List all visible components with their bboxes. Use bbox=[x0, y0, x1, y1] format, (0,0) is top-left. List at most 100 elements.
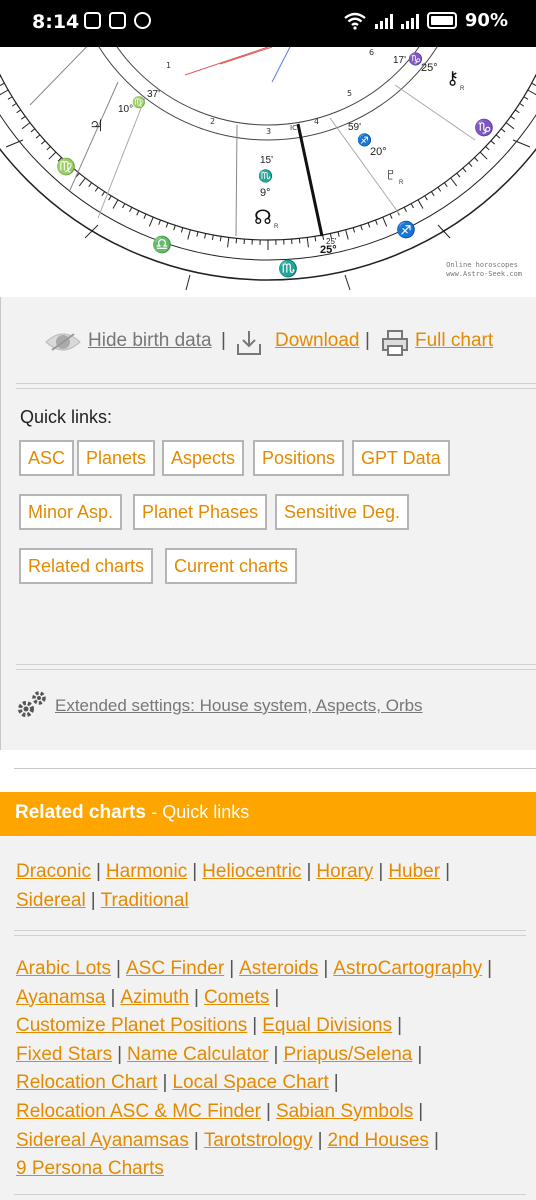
house-number: 6 bbox=[369, 48, 374, 57]
link-relocation-chart[interactable]: Relocation Chart bbox=[16, 1072, 158, 1093]
degree-tick bbox=[0, 89, 9, 96]
credit-line: Online horoscopes bbox=[446, 261, 518, 269]
printer-icon bbox=[382, 330, 408, 356]
status-bar: 8:14 90% bbox=[0, 0, 536, 47]
link-ayanamsa[interactable]: Ayanamsa bbox=[16, 987, 105, 1008]
degree-tick bbox=[0, 75, 1, 78]
quick-link-related-charts[interactable]: Related charts bbox=[19, 548, 154, 584]
degree-tick bbox=[443, 182, 448, 188]
degree-tick bbox=[500, 128, 506, 133]
hide-birth-data-text[interactable]: Hide birth data bbox=[88, 330, 212, 351]
degree-tick bbox=[403, 207, 407, 212]
degree-tick bbox=[314, 236, 317, 242]
degree-tick bbox=[11, 102, 17, 107]
virgo-glyph-icon: ♍ bbox=[132, 96, 146, 109]
degree-tick bbox=[235, 238, 238, 244]
divider bbox=[14, 930, 526, 936]
link-asteroids[interactable]: Asteroids bbox=[239, 958, 318, 979]
degree-tick bbox=[495, 134, 501, 139]
degree-label: 25° bbox=[421, 62, 438, 74]
quick-link-asc[interactable]: ASC bbox=[19, 440, 75, 476]
degree-tick bbox=[360, 225, 363, 231]
degree-tick bbox=[129, 207, 133, 212]
degree-tick bbox=[41, 140, 46, 145]
quick-link-aspects[interactable]: Aspects bbox=[162, 440, 245, 476]
extended-settings-link[interactable]: Extended settings: House system, Aspects… bbox=[55, 696, 423, 716]
degree-tick bbox=[88, 182, 93, 188]
download-link[interactable]: Download bbox=[275, 330, 360, 352]
link-relocation-asc-mc-finder[interactable]: Relocation ASC & MC Finder bbox=[16, 1101, 261, 1122]
link-name-calculator[interactable]: Name Calculator bbox=[127, 1044, 269, 1065]
degree-tick bbox=[20, 115, 26, 120]
degree-tick bbox=[94, 186, 99, 192]
degree-tick bbox=[7, 96, 13, 100]
link-sidereal[interactable]: Sidereal bbox=[16, 890, 86, 911]
quick-link-minor-aspects[interactable]: Minor Asp. bbox=[19, 494, 123, 530]
degree-tick bbox=[196, 231, 199, 237]
full-chart-text[interactable]: Full chart bbox=[415, 330, 493, 351]
link-huber[interactable]: Huber bbox=[388, 861, 440, 882]
quick-link-current-charts[interactable]: Current charts bbox=[165, 548, 298, 584]
quick-link-planet-phases[interactable]: Planet Phases bbox=[133, 494, 268, 530]
degree-label: 37' bbox=[147, 89, 160, 100]
link-9-persona-charts[interactable]: 9 Persona Charts bbox=[16, 1158, 164, 1179]
quick-link-sensitive-degrees[interactable]: Sensitive Deg. bbox=[275, 494, 410, 530]
link-customize-planet-positions[interactable]: Customize Planet Positions bbox=[16, 1015, 247, 1036]
full-chart-link[interactable]: Full chart bbox=[415, 330, 493, 352]
degree-label: 10° bbox=[118, 104, 133, 115]
degree-tick bbox=[158, 219, 161, 225]
quick-link-planets[interactable]: Planets bbox=[77, 440, 156, 476]
extended-settings[interactable]: Extended settings: House system, Aspects… bbox=[16, 688, 536, 724]
link-sidereal-ayanamsas[interactable]: Sidereal Ayanamsas bbox=[16, 1130, 189, 1151]
related-charts-header: Related charts - Quick links bbox=[0, 792, 536, 836]
link-traditional[interactable]: Traditional bbox=[101, 890, 189, 911]
house-number: 1 bbox=[166, 61, 171, 70]
separator: | bbox=[365, 330, 370, 351]
degree-tick bbox=[48, 151, 57, 160]
sagittarius-glyph-icon: ♐ bbox=[357, 133, 372, 147]
link-astrocartography[interactable]: AstroCartography bbox=[333, 958, 482, 979]
link-heliocentric[interactable]: Heliocentric bbox=[202, 861, 301, 882]
gears-icon bbox=[18, 691, 46, 717]
degree-tick bbox=[345, 229, 349, 240]
link-equal-divisions[interactable]: Equal Divisions bbox=[262, 1015, 392, 1036]
degree-tick bbox=[417, 199, 424, 209]
degree-tick bbox=[485, 146, 490, 151]
battery-percent: 90% bbox=[464, 10, 508, 31]
link-fixed-stars[interactable]: Fixed Stars bbox=[16, 1044, 112, 1065]
link-harmonic[interactable]: Harmonic bbox=[106, 861, 187, 882]
download-text[interactable]: Download bbox=[275, 330, 360, 351]
link-priapus-selena[interactable]: Priapus/Selena bbox=[283, 1044, 412, 1065]
degree-tick bbox=[424, 195, 428, 201]
eye-icon bbox=[45, 333, 81, 351]
natal-chart[interactable]: 1 2 3 4 5 6 IC 17' ♑ 25° ⚷ R 37' 10° ♍ ♃… bbox=[0, 47, 536, 297]
credit-line: www.Astro-Seek.com bbox=[446, 270, 522, 278]
link-tarotstrology[interactable]: Tarotstrology bbox=[204, 1130, 313, 1151]
link-horary[interactable]: Horary bbox=[316, 861, 373, 882]
sagittarius-sign-icon: ♐ bbox=[396, 220, 416, 239]
degree-tick bbox=[46, 146, 51, 151]
degree-tick bbox=[0, 82, 5, 86]
link-azimuth[interactable]: Azimuth bbox=[120, 987, 189, 1008]
quick-link-positions[interactable]: Positions bbox=[253, 440, 345, 476]
virgo-sign-icon: ♍ bbox=[56, 157, 76, 176]
degree-tick bbox=[143, 213, 147, 219]
related-charts-subtitle: - Quick links bbox=[151, 802, 250, 822]
quick-link-gpt-data[interactable]: GPT Data bbox=[352, 440, 450, 476]
hide-birth-data-link[interactable]: Hide birth data bbox=[88, 330, 212, 352]
link-comets[interactable]: Comets bbox=[204, 987, 269, 1008]
degree-tick bbox=[204, 233, 207, 239]
link-2nd-houses[interactable]: 2nd Houses bbox=[328, 1130, 429, 1151]
house-number: 5 bbox=[347, 89, 352, 98]
link-local-space-chart[interactable]: Local Space Chart bbox=[172, 1072, 328, 1093]
link-sabian-symbols[interactable]: Sabian Symbols bbox=[276, 1101, 413, 1122]
link-arabic-lots[interactable]: Arabic Lots bbox=[16, 958, 111, 979]
link-draconic[interactable]: Draconic bbox=[16, 861, 91, 882]
link-asc-finder[interactable]: ASC Finder bbox=[126, 958, 224, 979]
instagram-icon bbox=[109, 12, 126, 29]
chart-wheel: 1 2 3 4 5 6 IC 17' ♑ 25° ⚷ R 37' 10° ♍ ♃… bbox=[0, 47, 536, 291]
degree-tick bbox=[479, 151, 488, 160]
quick-links-title: Quick links: bbox=[20, 407, 113, 427]
degree-tick bbox=[165, 222, 169, 228]
jupiter-icon: ♃ bbox=[88, 112, 105, 137]
